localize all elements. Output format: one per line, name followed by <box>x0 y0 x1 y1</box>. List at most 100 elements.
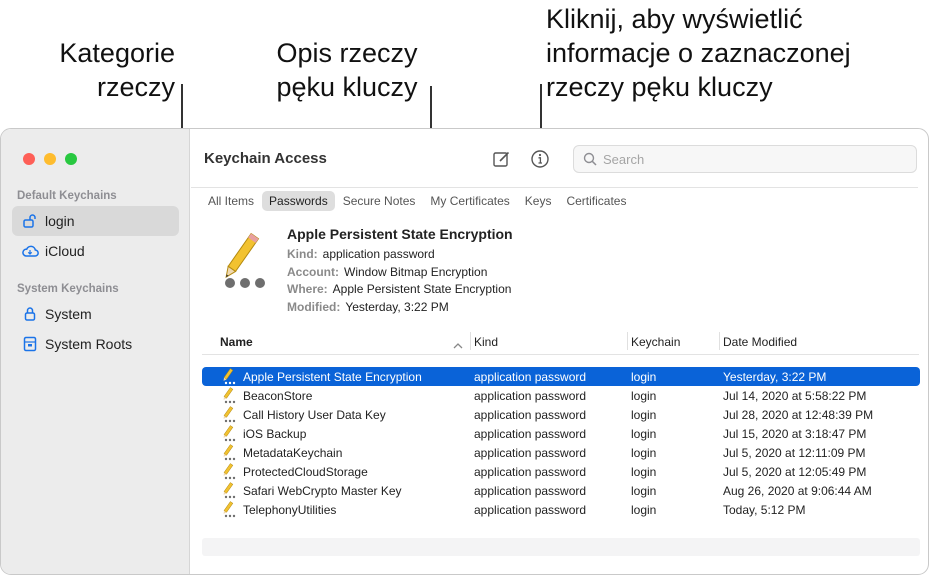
cell-kind: application password <box>474 389 587 403</box>
cell-name: TelephonyUtilities <box>243 503 337 517</box>
cell-date-modified: Jul 15, 2020 at 3:18:47 PM <box>723 427 867 441</box>
table-row[interactable]: iOS Backup application password login Jul 1… <box>202 424 920 443</box>
column-separator <box>719 332 720 350</box>
cell-kind: application password <box>474 427 587 441</box>
tab-secure-notes[interactable]: Secure Notes <box>336 191 423 211</box>
cell-name: Apple Persistent State Encryption <box>243 370 422 384</box>
sidebar-heading-system: System Keychains <box>17 283 119 295</box>
callout-info: Kliknij, aby wyświetlić informacje o zaz… <box>546 2 916 104</box>
column-header-name[interactable]: Name <box>220 335 253 349</box>
table-row[interactable]: Call History User Data Key application pa… <box>202 405 920 424</box>
cell-keychain: login <box>631 446 657 460</box>
sidebar-item-label: login <box>45 213 75 229</box>
detail-modified-label: Modified: <box>287 300 341 314</box>
info-icon[interactable] <box>530 149 550 174</box>
cell-kind: application password <box>474 370 587 384</box>
cell-keychain: login <box>631 465 657 479</box>
table-row[interactable]: Safari WebCrypto Master Key application p… <box>202 481 920 500</box>
sidebar-item-system-roots[interactable]: System Roots <box>12 329 179 359</box>
tab-my-certificates[interactable]: My Certificates <box>423 191 516 211</box>
cell-kind: application password <box>474 446 587 460</box>
callout-info-line2: informacje o zaznaczonej <box>546 38 851 68</box>
column-header-kind[interactable]: Kind <box>474 335 498 349</box>
keychain-window: Default Keychains login iCloud System Ke… <box>0 128 929 575</box>
cell-kind: application password <box>474 465 587 479</box>
table-row[interactable]: Apple Persistent State Encryption applica… <box>202 367 920 386</box>
sidebar-heading-default: Default Keychains <box>17 190 117 202</box>
cell-name: MetadataKeychain <box>243 446 343 460</box>
zoom-button[interactable] <box>65 153 77 165</box>
minimize-button[interactable] <box>44 153 56 165</box>
callout-description-line2: pęku kluczy <box>276 72 418 102</box>
cell-date-modified: Jul 5, 2020 at 12:05:49 PM <box>723 465 867 479</box>
table-row[interactable]: MetadataKeychain application password logi… <box>202 443 920 462</box>
cell-kind: application password <box>474 408 587 422</box>
cell-date-modified: Aug 26, 2020 at 9:06:44 AM <box>723 484 872 498</box>
detail-account: Account: Window Bitmap Encryption <box>287 265 487 279</box>
sidebar-item-system[interactable]: System <box>12 299 179 329</box>
cell-date-modified: Jul 14, 2020 at 5:58:22 PM <box>723 389 867 403</box>
cell-keychain: login <box>631 503 657 517</box>
detail-modified-value: Yesterday, 3:22 PM <box>345 300 449 314</box>
detail-kind-label: Kind: <box>287 247 318 261</box>
cell-name: BeaconStore <box>243 389 313 403</box>
password-icon <box>219 501 237 521</box>
password-icon <box>219 406 237 426</box>
tab-certificates[interactable]: Certificates <box>559 191 633 211</box>
detail-where: Where: Apple Persistent State Encryption <box>287 282 511 296</box>
cell-keychain: login <box>631 408 657 422</box>
column-separator <box>470 332 471 350</box>
column-separator <box>627 332 628 350</box>
cell-name: Safari WebCrypto Master Key <box>243 484 402 498</box>
toolbar-separator <box>191 187 918 188</box>
callout-info-line1: Kliknij, aby wyświetlić <box>546 4 803 34</box>
cell-date-modified: Today, 5:12 PM <box>723 503 806 517</box>
detail-kind-value: application password <box>322 247 435 261</box>
cell-keychain: login <box>631 389 657 403</box>
cell-name: ProtectedCloudStorage <box>243 465 368 479</box>
column-header-keychain[interactable]: Keychain <box>631 335 680 349</box>
callout-description: Opis rzeczy pęku kluczy <box>262 36 432 104</box>
table-row[interactable]: TelephonyUtilities application password lo… <box>202 500 920 519</box>
search-placeholder: Search <box>603 152 645 167</box>
cell-date-modified: Jul 5, 2020 at 12:11:09 PM <box>723 446 866 460</box>
search-field[interactable]: Search <box>573 145 917 173</box>
detail-name: Apple Persistent State Encryption <box>287 226 513 242</box>
detail-where-label: Where: <box>287 282 328 296</box>
cell-keychain: login <box>631 427 657 441</box>
cell-keychain: login <box>631 484 657 498</box>
cell-keychain: login <box>631 370 657 384</box>
close-button[interactable] <box>23 153 35 165</box>
sort-ascending-icon[interactable] <box>453 337 463 355</box>
callout-info-line3: rzeczy pęku kluczy <box>546 72 773 102</box>
detail-account-label: Account: <box>287 265 339 279</box>
password-icon <box>219 425 237 445</box>
sidebar-item-icloud[interactable]: iCloud <box>12 236 179 266</box>
column-header-date-modified[interactable]: Date Modified <box>723 335 797 349</box>
callout-description-line1: Opis rzeczy <box>276 38 418 68</box>
password-icon <box>219 482 237 502</box>
tab-all-items[interactable]: All Items <box>201 191 261 211</box>
search-icon <box>583 152 597 171</box>
tab-keys[interactable]: Keys <box>518 191 559 211</box>
table-row[interactable]: BeaconStore application password login Jul … <box>202 386 920 405</box>
cell-name: iOS Backup <box>243 427 307 441</box>
compose-icon[interactable] <box>492 149 512 174</box>
sidebar-item-label: iCloud <box>45 243 85 259</box>
password-icon <box>219 387 237 407</box>
tab-passwords[interactable]: Passwords <box>262 191 335 211</box>
lock-open-icon <box>15 213 45 229</box>
table-row[interactable]: ProtectedCloudStorage application passwor… <box>202 462 920 481</box>
window-title: Keychain Access <box>204 150 327 167</box>
password-icon <box>219 463 237 483</box>
cell-name: Call History User Data Key <box>243 408 386 422</box>
sidebar-item-login[interactable]: login <box>12 206 179 236</box>
sidebar-item-label: System <box>45 306 92 322</box>
lock-icon <box>15 306 45 322</box>
cell-kind: application password <box>474 484 587 498</box>
password-item-icon <box>206 229 270 298</box>
password-icon <box>219 444 237 464</box>
callout-categories: Kategorie rzeczy <box>30 36 175 104</box>
category-tabs: All Items Passwords Secure Notes My Cert… <box>201 191 634 211</box>
detail-account-value: Window Bitmap Encryption <box>344 265 488 279</box>
